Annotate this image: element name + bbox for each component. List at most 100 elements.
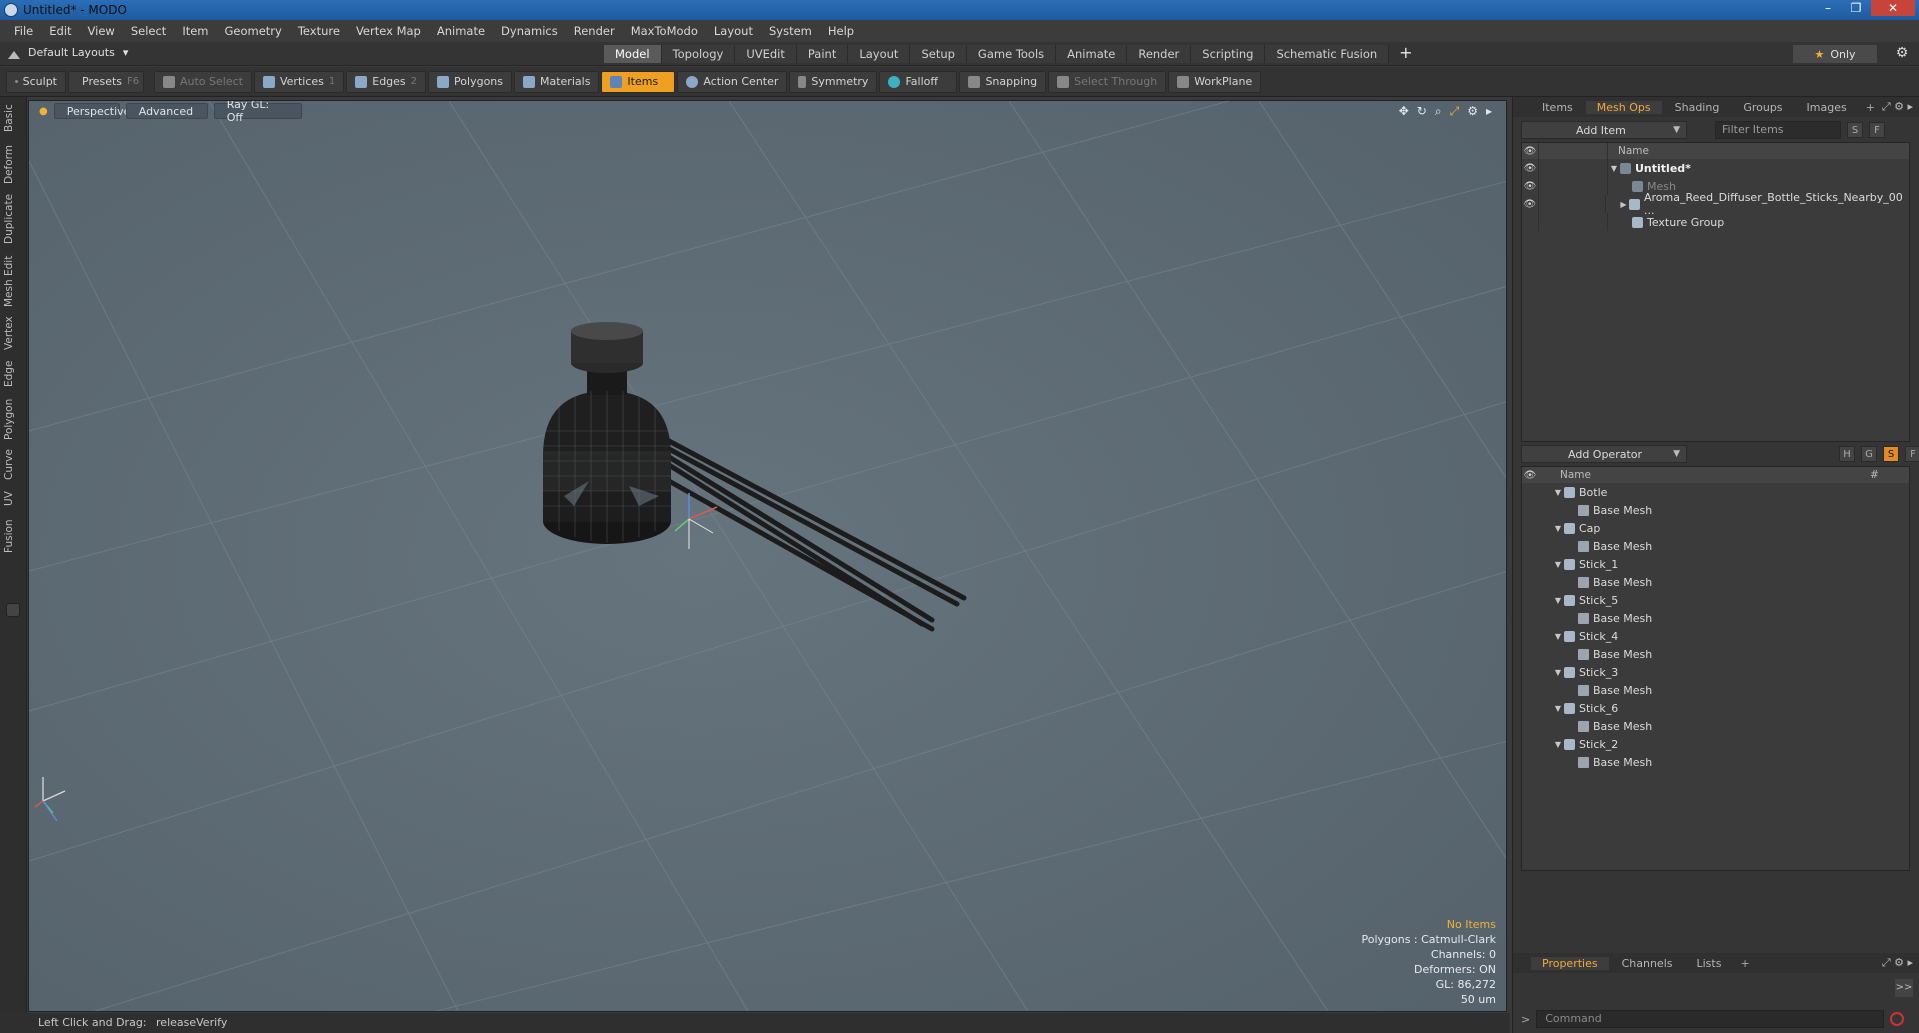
sculpt-button[interactable]: Sculpt — [6, 70, 66, 93]
presets-button[interactable]: Presets F6 — [68, 70, 144, 93]
viewport-menu-dot[interactable]: ● — [39, 106, 48, 117]
table-row[interactable]: Base Mesh — [1522, 753, 1909, 771]
tab-render[interactable]: Render — [1127, 45, 1192, 63]
viewport-scene[interactable] — [29, 101, 1507, 1012]
tab-lists[interactable]: Lists — [1686, 957, 1733, 970]
table-row[interactable]: ▼ Stick_6 — [1522, 699, 1909, 717]
raygl-button[interactable]: Ray GL: Off — [213, 101, 302, 124]
record-macro-icon[interactable] — [1890, 1012, 1905, 1026]
list-item[interactable]: Texture Group — [1522, 213, 1909, 231]
tab-groups[interactable]: Groups — [1732, 101, 1793, 114]
items-button[interactable]: Items — [601, 70, 676, 93]
tab-topology[interactable]: Topology — [661, 45, 736, 63]
close-button[interactable]: ✕ — [1871, 0, 1915, 16]
menu-select[interactable]: Select — [123, 24, 174, 38]
table-row[interactable]: ▼ Stick_3 — [1522, 663, 1909, 681]
maximize-viewport-icon[interactable]: ⤢ — [1450, 104, 1460, 119]
menu-help[interactable]: Help — [820, 24, 862, 38]
select-through-button[interactable]: Select Through — [1048, 70, 1167, 93]
properties-options-icon[interactable]: ⤢ ⚙ ▸ — [1882, 956, 1913, 970]
filter-s-button[interactable]: S — [1847, 122, 1863, 138]
tab-uvedit[interactable]: UVEdit — [735, 45, 797, 63]
materials-button[interactable]: Materials — [514, 70, 600, 93]
collapse-up-icon[interactable] — [8, 47, 20, 59]
table-row[interactable]: Base Mesh — [1522, 501, 1909, 519]
vtab-basic[interactable]: Basic — [3, 103, 23, 133]
view-type-button[interactable]: Perspective — [53, 103, 130, 119]
vtab-duplicate[interactable]: Duplicate — [3, 193, 23, 245]
add-properties-tab-button[interactable]: + — [1734, 957, 1755, 970]
viewport-gear-icon[interactable]: ⚙ — [1467, 104, 1478, 119]
vtab-polygon[interactable]: Polygon — [3, 397, 23, 441]
vertices-button[interactable]: Vertices 1 — [253, 70, 345, 93]
3d-viewport[interactable]: ● Perspective Advanced Ray GL: Off ✥ ↻ ⌕… — [28, 100, 1507, 1012]
command-input[interactable]: Command — [1536, 1010, 1885, 1028]
play-arrow-icon[interactable]: ▸ — [1486, 104, 1492, 119]
filter-items-input[interactable]: Filter Items — [1715, 121, 1841, 139]
symmetry-button[interactable]: Symmetry — [789, 70, 878, 93]
table-row[interactable]: Base Mesh — [1522, 573, 1909, 591]
tab-paint[interactable]: Paint — [796, 45, 849, 63]
shading-mode-button[interactable]: Advanced — [125, 103, 208, 119]
menu-file[interactable]: File — [6, 24, 41, 38]
pan-icon[interactable]: ✥ — [1399, 104, 1409, 119]
add-operator-dropdown[interactable]: Add Operator ▼ — [1521, 445, 1687, 463]
op-g-button[interactable]: G — [1861, 446, 1877, 462]
tab-model[interactable]: Model — [604, 45, 662, 63]
panel-options-icon[interactable]: ⤢ ⚙ ▸ — [1882, 100, 1913, 114]
table-row[interactable]: Base Mesh — [1522, 609, 1909, 627]
tab-properties[interactable]: Properties — [1531, 956, 1609, 970]
tab-items[interactable]: Items — [1531, 101, 1584, 114]
menu-view[interactable]: View — [80, 24, 123, 38]
op-f-button[interactable]: F — [1905, 446, 1919, 462]
menu-dynamics[interactable]: Dynamics — [493, 24, 566, 38]
list-item[interactable]: 👁 ▶ Aroma_Reed_Diffuser_Bottle_Sticks_Ne… — [1522, 191, 1909, 217]
expand-triangle-icon[interactable]: ▼ — [1552, 668, 1564, 677]
list-item[interactable]: 👁 ▼ Untitled* — [1522, 159, 1909, 177]
edges-button[interactable]: Edges 2 — [346, 70, 427, 93]
menu-maxtomodo[interactable]: MaxToModo — [623, 24, 706, 38]
menu-render[interactable]: Render — [566, 24, 623, 38]
expand-triangle-icon[interactable]: ▶ — [1618, 200, 1630, 209]
vtab-edge[interactable]: Edge — [3, 359, 23, 389]
tab-mesh-ops[interactable]: Mesh Ops — [1585, 100, 1662, 114]
menu-texture[interactable]: Texture — [290, 24, 348, 38]
tab-shading[interactable]: Shading — [1664, 101, 1731, 114]
vtab-mesh-edit[interactable]: Mesh Edit — [3, 253, 23, 309]
expand-triangle-icon[interactable]: ▼ — [1552, 488, 1564, 497]
expand-triangle-icon[interactable]: ▼ — [1552, 740, 1564, 749]
menu-system[interactable]: System — [761, 24, 820, 38]
menu-layout[interactable]: Layout — [706, 24, 761, 38]
expand-triangle-icon[interactable]: ▼ — [1552, 704, 1564, 713]
expand-triangle-icon[interactable]: ▼ — [1552, 524, 1564, 533]
action-center-button[interactable]: Action Center — [677, 70, 788, 93]
visibility-eye-icon[interactable]: 👁 — [1522, 181, 1538, 192]
table-row[interactable]: Base Mesh — [1522, 681, 1909, 699]
layout-selector[interactable]: Default Layouts ▾ — [8, 46, 128, 59]
tab-scripting[interactable]: Scripting — [1191, 45, 1266, 63]
menu-item[interactable]: Item — [174, 24, 216, 38]
table-row[interactable]: ▼ Botle — [1522, 483, 1909, 501]
expand-triangle-icon[interactable]: ▼ — [1552, 632, 1564, 641]
op-s-button[interactable]: S — [1883, 446, 1899, 462]
visibility-eye-icon[interactable]: 👁 — [1522, 199, 1538, 210]
table-row[interactable]: ▼ Stick_2 — [1522, 735, 1909, 753]
auto-select-button[interactable]: Auto Select — [154, 70, 252, 93]
filter-f-button[interactable]: F — [1869, 122, 1885, 138]
add-panel-tab-button[interactable]: + — [1860, 101, 1881, 114]
expand-button[interactable]: >> — [1895, 979, 1913, 997]
table-row[interactable]: Base Mesh — [1522, 645, 1909, 663]
vtab-curve[interactable]: Curve — [3, 449, 23, 481]
vtab-fusion[interactable]: Fusion — [3, 517, 23, 555]
falloff-button[interactable]: Falloff — [879, 70, 958, 93]
visibility-eye-icon[interactable]: 👁 — [1522, 163, 1538, 174]
expand-triangle-icon[interactable]: ▼ — [1552, 560, 1564, 569]
table-row[interactable]: Base Mesh — [1522, 717, 1909, 735]
expand-triangle-icon[interactable]: ▼ — [1608, 164, 1620, 173]
gear-icon[interactable]: ⚙ — [1893, 45, 1911, 63]
menu-vertex-map[interactable]: Vertex Map — [348, 24, 429, 38]
zoom-icon[interactable]: ⌕ — [1435, 104, 1442, 119]
table-row[interactable]: ▼ Cap — [1522, 519, 1909, 537]
expand-triangle-icon[interactable]: ▼ — [1552, 596, 1564, 605]
op-h-button[interactable]: H — [1839, 446, 1855, 462]
